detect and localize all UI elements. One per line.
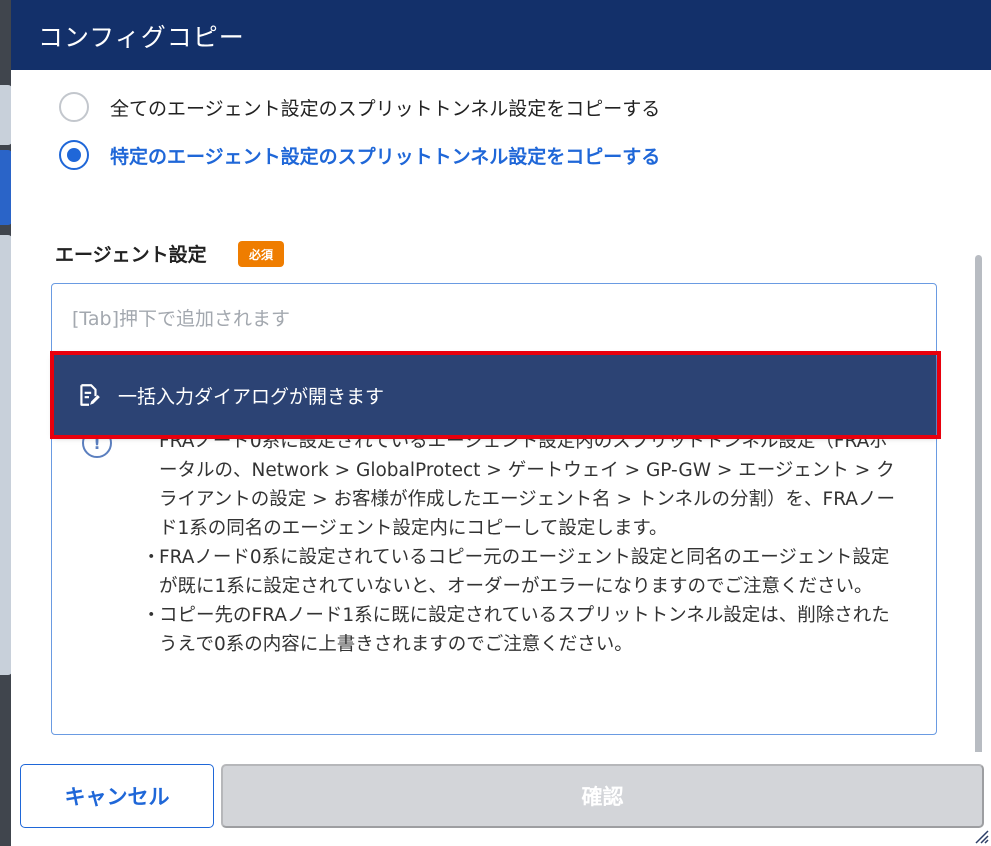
vertical-scrollbar[interactable] (975, 255, 982, 760)
radio-button-checked[interactable] (59, 140, 89, 170)
radio-label: 全てのエージェント設定のスプリットトンネル設定をコピーする (110, 97, 661, 120)
notes-list: FRAノード0系に設定されているエージェント設定内のスプリットトンネル設定（FR… (142, 427, 902, 659)
note-text: コピー先のFRAノード1系に既に設定されているスプリットトンネル設定は、削除され… (159, 605, 890, 655)
note-item: FRAノード0系に設定されているエージェント設定内のスプリットトンネル設定（FR… (142, 427, 902, 543)
confirm-button[interactable]: 確認 (221, 764, 984, 828)
radio-option-specific-agents[interactable]: 特定のエージェント設定のスプリットトンネル設定をコピーする (59, 137, 660, 173)
note-item: ・ FRAノード0系に設定されているコピー元のエージェント設定と同名のエージェン… (142, 543, 902, 601)
agent-settings-label: エージェント設定 (55, 244, 207, 266)
config-copy-dialog: コンフィグコピー 全てのエージェント設定のスプリットトンネル設定をコピーする 特… (11, 0, 991, 846)
cancel-button[interactable]: キャンセル (20, 764, 214, 828)
note-bullet: ・ (142, 547, 161, 568)
dialog-footer: キャンセル 確認 (11, 752, 991, 846)
dialog-header: コンフィグコピー (11, 0, 991, 70)
radio-option-all-agents[interactable]: 全てのエージェント設定のスプリットトンネル設定をコピーする (59, 89, 660, 125)
bulk-input-tooltip[interactable]: 一括入力ダイアログが開きます (54, 355, 936, 435)
radio-label: 特定のエージェント設定のスプリットトンネル設定をコピーする (110, 145, 661, 168)
note-bullet: ・ (142, 605, 161, 626)
note-text: FRAノード0系に設定されているエージェント設定内のスプリットトンネル設定（FR… (159, 431, 895, 539)
radio-button-unchecked[interactable] (59, 92, 89, 122)
note-item: ・ コピー先のFRAノード1系に既に設定されているスプリットトンネル設定は、削除… (142, 601, 902, 659)
note-text: FRAノード0系に設定されているコピー元のエージェント設定と同名のエージェント設… (159, 547, 890, 597)
agent-settings-input[interactable] (52, 284, 936, 354)
tooltip-text: 一括入力ダイアログが開きます (118, 385, 385, 408)
agent-settings-field: ! FRAノード0系に設定されているエージェント設定内のスプリットトンネル設定（… (51, 283, 937, 735)
resize-grip-icon[interactable] (975, 830, 989, 844)
dialog-title: コンフィグコピー (38, 23, 245, 52)
required-badge: 必須 (238, 241, 284, 267)
document-edit-icon (80, 384, 100, 406)
